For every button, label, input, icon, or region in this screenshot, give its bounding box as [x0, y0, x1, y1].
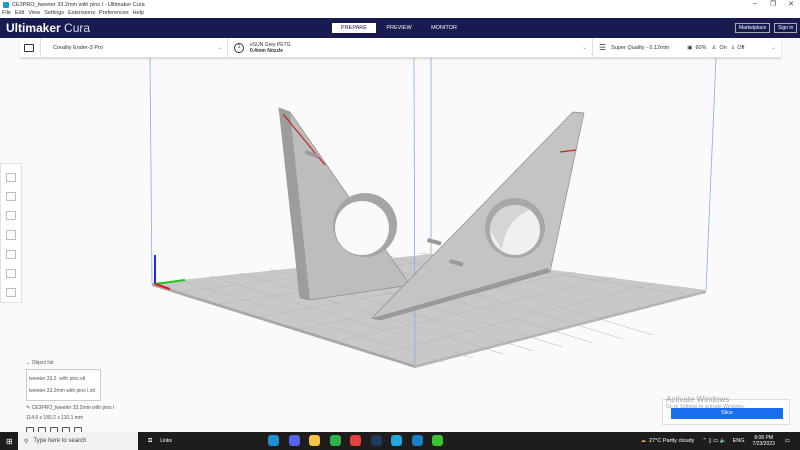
nozzle-size: 0.4mm Nozzle: [250, 47, 284, 54]
menu-settings[interactable]: Settings: [44, 10, 64, 18]
tool-panel: [0, 163, 22, 303]
model-dimensions: 114.6 x 180.2 x 110.1 mm: [26, 415, 84, 421]
printer-selector[interactable]: Creality Ender-3 Pro ⌄: [41, 37, 228, 58]
extruder-icon: 1: [234, 42, 244, 53]
chevron-down-icon: ⌄: [770, 45, 776, 51]
weather-text[interactable]: 27°C Partly cloudy: [649, 438, 694, 444]
edge-icon[interactable]: [268, 435, 279, 446]
move-tool-icon[interactable]: [6, 173, 16, 183]
weather-icon[interactable]: ☁: [641, 438, 647, 444]
sign-in-button[interactable]: Sign in: [774, 23, 798, 33]
cura-app-icon: [3, 2, 9, 8]
object-list-item[interactable]: tweeter 33.2. with pins.stl: [29, 373, 98, 385]
language-indicator[interactable]: ENG: [733, 438, 745, 444]
menu-view[interactable]: View: [28, 10, 40, 18]
taskbar-search[interactable]: ⚲ Type here to search: [18, 432, 138, 450]
print-settings-selector[interactable]: ☰ Super Quality - 0.12mm ▣ 60% ♙ On ⤓ Off ⌄: [593, 38, 781, 58]
activate-windows-watermark: Activate Windows Go to Settings to activa…: [666, 395, 745, 410]
tab-preview[interactable]: PREVIEW: [377, 23, 421, 33]
menu-preferences[interactable]: Preferences: [99, 10, 129, 18]
adhesion-icon: ⤓: [731, 44, 735, 50]
per-model-settings-icon[interactable]: [6, 249, 16, 259]
tab-monitor[interactable]: MONITOR: [422, 23, 466, 33]
menu-file[interactable]: File: [2, 10, 11, 18]
links-toolbar[interactable]: Links: [160, 438, 172, 444]
whatsapp-icon[interactable]: [329, 435, 341, 446]
app-green-icon[interactable]: [432, 435, 443, 446]
menu-help[interactable]: Help: [133, 10, 144, 18]
infill-icon: ▣: [687, 44, 693, 51]
menu-edit[interactable]: Edit: [15, 10, 24, 18]
printer-name: Creality Ender-3 Pro: [53, 44, 103, 51]
material-selector[interactable]: 1 eSUN Grey PETG 0.4mm Nozzle ⌄: [228, 37, 593, 58]
support-icon: ♙: [711, 44, 717, 51]
support-value: On: [719, 44, 727, 51]
3d-viewport[interactable]: [0, 38, 800, 432]
support-blocker-icon[interactable]: [6, 268, 16, 278]
cura-taskbar-icon[interactable]: [391, 435, 402, 446]
photos-icon[interactable]: [411, 435, 423, 446]
menu-extensions[interactable]: Extensions: [68, 10, 95, 18]
notification-icon[interactable]: ▭: [785, 438, 790, 444]
restore-button[interactable]: ❐: [764, 0, 782, 8]
job-name[interactable]: ✎ CE3PRO_tweeter 33.2mm with pins I: [26, 405, 114, 411]
search-icon: ⚲: [24, 438, 29, 445]
settings-sliders-icon: ☰: [599, 43, 607, 52]
task-view-icon[interactable]: ⧉: [148, 438, 152, 445]
menu-bar: File Edit View Settings Extensions Prefe…: [0, 10, 800, 18]
window-title: CE3PRO_tweeter 33.2mm with pins I - Ulti…: [12, 2, 145, 8]
title-bar: CE3PRO_tweeter 33.2mm with pins I - Ulti…: [0, 0, 800, 10]
brand-logo: Ultimaker Cura: [6, 21, 91, 35]
chevron-down-icon: ⌄: [216, 45, 222, 51]
system-tray: ☁ 27°C Partly cloudy ⌃ ▯ ▭ 🔈 ENG 8:08 PM…: [641, 432, 790, 450]
model-left[interactable]: [278, 107, 411, 301]
infill-value: 60%: [695, 44, 707, 51]
object-list-panel: ⌄ Object list tweeter 33.2. with pins.st…: [26, 360, 114, 435]
taskbar: ⊞ ⚲ Type here to search ⧉ Links ☁ 27°C Pa…: [0, 432, 800, 450]
mirror-tool-icon[interactable]: [6, 230, 16, 240]
layer-tool-icon[interactable]: [6, 287, 16, 297]
tab-prepare[interactable]: PREPARE: [332, 23, 376, 33]
scale-tool-icon[interactable]: [6, 192, 16, 202]
steam-icon[interactable]: [370, 435, 382, 446]
file-explorer-icon[interactable]: [309, 435, 320, 446]
marketplace-button[interactable]: Marketplace: [735, 23, 771, 33]
discord-icon[interactable]: [288, 435, 300, 446]
close-button[interactable]: ✕: [782, 0, 800, 8]
adhesion-value: Off: [737, 44, 745, 51]
object-list-item[interactable]: tweeter 33.2mm with pins I.stl: [29, 385, 98, 397]
tray-icons[interactable]: ⌃ ▯ ▭ 🔈: [702, 438, 726, 444]
app-header: Ultimaker Cura PREPARE PREVIEW MONITOR M…: [0, 18, 800, 38]
open-file-button[interactable]: [20, 37, 41, 58]
windows-start-icon[interactable]: ⊞: [6, 437, 13, 446]
quality-profile: Super Quality - 0.12mm: [611, 44, 670, 51]
object-list-toggle[interactable]: ⌄ Object list: [26, 360, 114, 366]
rotate-tool-icon[interactable]: [6, 211, 16, 221]
chevron-down-icon: ⌄: [581, 45, 587, 51]
clock[interactable]: 8:08 PM 7/23/2023: [753, 435, 775, 447]
minimize-button[interactable]: –: [746, 0, 764, 8]
folder-icon: [24, 43, 34, 52]
print-setup-toolbar: Creality Ender-3 Pro ⌄ 1 eSUN Grey PETG 0.…: [20, 37, 781, 58]
chrome-icon[interactable]: [350, 435, 361, 446]
